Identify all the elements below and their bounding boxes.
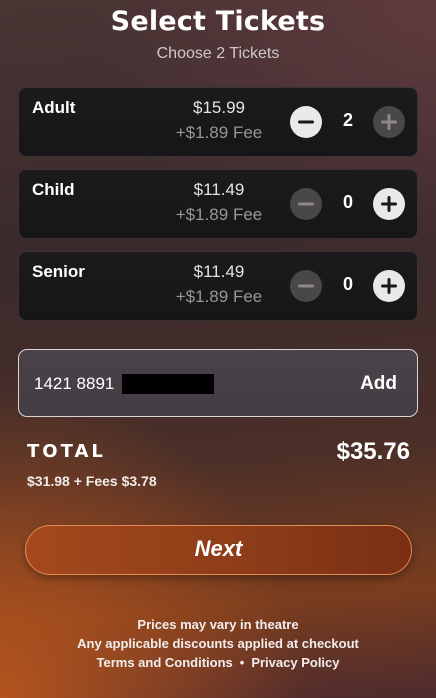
- decrease-senior-button[interactable]: [290, 270, 322, 302]
- ticket-price: $15.99: [193, 98, 245, 117]
- plus-icon: [381, 196, 397, 212]
- decrease-child-button[interactable]: [290, 188, 322, 220]
- ticket-row-adult: Adult $15.99 +$1.89 Fee 2: [18, 87, 418, 157]
- ticket-type-label: Child: [32, 180, 75, 199]
- legal-links: Terms and Conditions • Privacy Policy: [0, 653, 436, 672]
- decrease-adult-button[interactable]: [290, 106, 322, 138]
- ticket-price: $11.49: [193, 262, 245, 281]
- privacy-link[interactable]: Privacy Policy: [251, 655, 339, 670]
- discount-disclaimer: Any applicable discounts applied at chec…: [77, 636, 359, 651]
- separator-dot: •: [239, 655, 245, 670]
- next-button[interactable]: Next: [25, 525, 412, 575]
- page-header: Select Tickets Choose 2 Tickets: [0, 4, 436, 64]
- price-disclaimer: Prices may vary in theatre: [137, 617, 299, 632]
- ticket-quantity: 0: [342, 192, 353, 212]
- ticket-row-child: Child $11.49 +$1.89 Fee 0: [18, 169, 418, 239]
- promo-code-field[interactable]: 1421 8891 Add: [18, 349, 418, 417]
- minus-icon: [298, 284, 314, 288]
- footer: Prices may vary in theatre Any applicabl…: [0, 615, 436, 672]
- increase-senior-button[interactable]: [373, 270, 405, 302]
- ticket-fee: +$1.89 Fee: [175, 205, 263, 224]
- ticket-quantity: 0: [342, 274, 353, 294]
- minus-icon: [298, 120, 314, 124]
- ticket-type-label: Senior: [32, 262, 85, 281]
- ticket-quantity: 2: [342, 110, 353, 130]
- total-breakdown: $31.98 + Fees $3.78: [27, 473, 157, 489]
- ticket-row-senior: Senior $11.49 +$1.89 Fee 0: [18, 251, 418, 321]
- add-code-button[interactable]: Add: [360, 373, 397, 395]
- promo-code-value[interactable]: 1421 8891: [34, 374, 114, 394]
- plus-icon: [381, 278, 397, 294]
- next-button-label: Next: [194, 536, 243, 561]
- terms-link[interactable]: Terms and Conditions: [97, 655, 233, 670]
- total-amount: $35.76: [336, 438, 410, 465]
- increase-child-button[interactable]: [373, 188, 405, 220]
- ticket-fee: +$1.89 Fee: [175, 287, 263, 306]
- plus-icon: [381, 114, 397, 130]
- ticket-type-label: Adult: [32, 98, 76, 117]
- redacted-code: [122, 374, 214, 394]
- minus-icon: [298, 202, 314, 206]
- page-subtitle: Choose 2 Tickets: [156, 45, 280, 62]
- ticket-price: $11.49: [193, 180, 245, 199]
- total-label: TOTAL: [27, 441, 106, 462]
- page-title: Select Tickets: [110, 6, 326, 37]
- increase-adult-button[interactable]: [373, 106, 405, 138]
- ticket-fee: +$1.89 Fee: [175, 123, 263, 142]
